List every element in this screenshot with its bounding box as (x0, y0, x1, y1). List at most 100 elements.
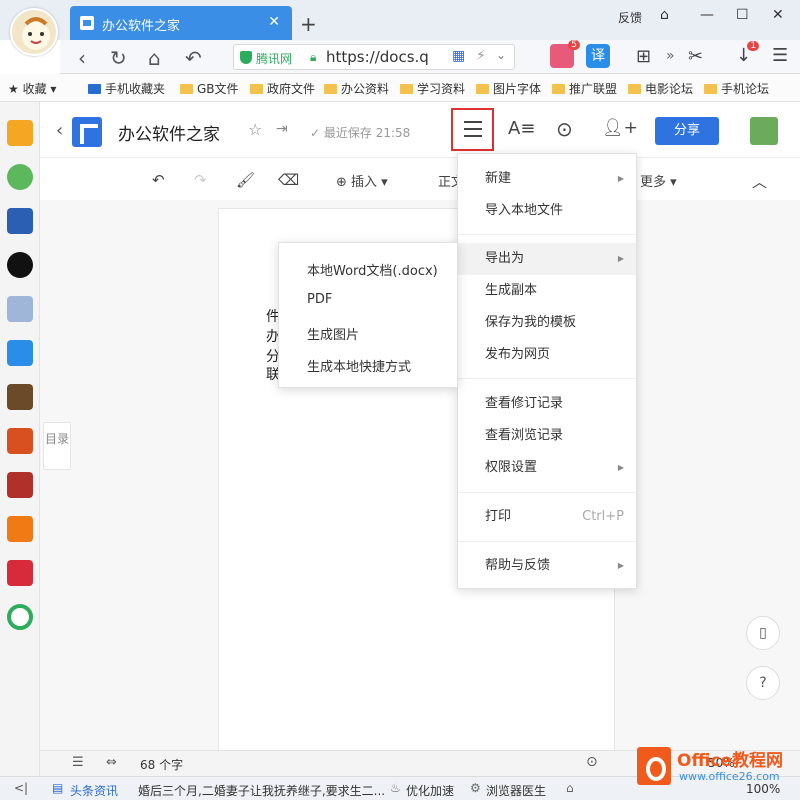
bookmark-label: 学习资料 (417, 82, 466, 96)
text-format-icon[interactable]: A≡ (508, 118, 535, 139)
menu-item-save-template[interactable]: 保存为我的模板 (458, 307, 636, 339)
browser-menu-icon[interactable]: ☰ (772, 45, 788, 66)
close-window-button[interactable]: ✕ (772, 7, 784, 23)
bookmark-item[interactable]: 图片字体 (476, 80, 541, 97)
book-icon[interactable] (7, 296, 33, 322)
page-width-icon[interactable]: ⇔ (106, 755, 117, 770)
export-pdf-option[interactable]: PDF (307, 292, 332, 307)
bookmark-item[interactable]: 政府文件 (250, 80, 315, 97)
undo-icon[interactable]: ↶ (185, 46, 202, 70)
bookmark-item[interactable]: GB文件 (180, 80, 239, 97)
news-label[interactable]: 头条资讯 (70, 782, 118, 799)
chrome-like-icon[interactable] (7, 604, 33, 630)
bookmark-item[interactable]: 手机收藏夹 (88, 80, 165, 97)
mobile-view-icon[interactable]: ▯ (746, 616, 780, 650)
qr-icon[interactable]: ▦ (452, 48, 465, 64)
bookmark-item[interactable]: 手机论坛 (704, 80, 769, 97)
yi-icon[interactable] (7, 560, 33, 586)
menu-item-label: 导入本地文件 (485, 203, 564, 218)
download-icon[interactable]: ↓ 1 (736, 41, 760, 66)
clock-icon[interactable] (7, 164, 33, 190)
favorites-label: 收藏 (22, 82, 47, 96)
star-outline-icon[interactable]: ☆ (248, 120, 262, 139)
user-avatar[interactable] (10, 8, 58, 56)
browser-sidebar (0, 102, 40, 776)
menu-item-permissions[interactable]: 权限设置 ▶ (458, 452, 636, 484)
bookmark-item[interactable]: 学习资料 (400, 80, 465, 97)
bookmark-item[interactable]: 电影论坛 (628, 80, 693, 97)
menu-item-label: 导出为 (485, 251, 525, 266)
c-app-icon[interactable] (7, 252, 33, 278)
menu-item-views[interactable]: 查看浏览记录 (458, 420, 636, 452)
image-app-icon[interactable] (7, 340, 33, 366)
play-icon[interactable]: ⊙ (556, 117, 573, 141)
menu-item-revisions[interactable]: 查看修订记录 (458, 388, 636, 420)
list-view-icon[interactable]: ☰ (72, 755, 84, 770)
browser-doctor-link[interactable]: 浏览器医生 (486, 782, 546, 799)
apps-icon[interactable]: ⊞ (636, 46, 651, 67)
tencent-docs-logo[interactable] (72, 117, 102, 147)
flash-icon[interactable]: ⚡ (476, 48, 486, 64)
shopping-icon[interactable]: 5 (550, 40, 580, 68)
redo-icon[interactable]: ↷ (194, 171, 207, 189)
minimize-button[interactable]: — (700, 7, 714, 23)
menu-item-export[interactable]: 导出为 ▶ (458, 243, 636, 275)
bookmark-label: 手机收藏夹 (105, 82, 166, 96)
game-icon[interactable] (7, 428, 33, 454)
optimize-link[interactable]: 优化加速 (406, 782, 454, 799)
format-painter-icon[interactable]: 🖌︎ (236, 171, 255, 189)
menu-item-help[interactable]: 帮助与反馈 ▶ (458, 550, 636, 582)
insert-menu[interactable]: ⊕ 插入 ▾ (336, 171, 388, 190)
menu-item-publish[interactable]: 发布为网页 (458, 339, 636, 371)
play-circle-icon[interactable]: ⊙ (586, 754, 598, 770)
new-tab-button[interactable]: + (300, 12, 317, 36)
url-field[interactable]: 腾讯网 🔒︎ https://docs.q (233, 44, 515, 70)
share-button[interactable]: 分享 (655, 117, 719, 145)
game-icon[interactable] (7, 472, 33, 498)
star-icon[interactable] (7, 120, 33, 146)
help-button[interactable]: ? (746, 666, 780, 700)
more-chevron-icon[interactable]: » (666, 48, 675, 64)
doc-menu-button[interactable] (451, 108, 494, 151)
save-status-text: 最近保存 21:58 (323, 126, 411, 140)
translate-button[interactable]: 译 (586, 44, 610, 68)
sidebar-toggle-icon[interactable]: <| (14, 781, 28, 795)
bookmark-label: GB文件 (197, 82, 239, 96)
more-menu[interactable]: 更多 ▾ (640, 171, 677, 190)
menu-item-copy[interactable]: 生成副本 (458, 275, 636, 307)
eraser-icon[interactable]: ⌫ (278, 171, 299, 189)
back-icon[interactable]: ‹ (78, 46, 86, 70)
toc-toggle[interactable]: 目录 (43, 422, 71, 470)
doc-title[interactable]: 办公软件之家 (118, 120, 220, 145)
skin-icon[interactable]: ⌂ (660, 7, 669, 23)
back-chevron-icon[interactable]: ‹ (56, 120, 63, 141)
game-icon[interactable] (7, 384, 33, 410)
move-folder-icon[interactable]: ⇥ (276, 121, 288, 137)
feedback-link[interactable]: 反馈 (618, 9, 642, 26)
add-user-icon[interactable]: 👤︎+ (602, 118, 638, 138)
news-headline[interactable]: 婚后三个月,二婚妻子让我抚养继子,要求生二... (138, 782, 385, 799)
menu-item-print[interactable]: 打印 Ctrl+P (458, 501, 636, 533)
refresh-icon[interactable]: ↻ (110, 46, 127, 70)
export-shortcut-option[interactable]: 生成本地快捷方式 (307, 356, 411, 375)
security-icon[interactable]: ⌂ (566, 781, 574, 795)
scissors-icon[interactable]: ✂ (688, 46, 703, 67)
bookmark-item[interactable]: 推广联盟 (552, 80, 617, 97)
taobao-icon[interactable] (7, 516, 33, 542)
undo-icon[interactable]: ↶ (152, 171, 165, 189)
dropdown-icon[interactable]: ⌄ (496, 48, 506, 62)
menu-item-import[interactable]: 导入本地文件 (458, 195, 636, 227)
export-image-option[interactable]: 生成图片 (307, 324, 359, 343)
collapse-chevron-icon[interactable]: ︿ (752, 171, 767, 192)
home-icon[interactable]: ⌂ (148, 46, 161, 70)
maximize-button[interactable]: ☐ (736, 7, 749, 23)
submenu-arrow-icon: ▶ (617, 463, 624, 472)
export-word-option[interactable]: 本地Word文档(.docx) (307, 260, 438, 279)
browser-tab[interactable]: 办公软件之家 ✕ (70, 6, 292, 40)
menu-item-new[interactable]: 新建 ▶ (458, 163, 636, 195)
word-icon[interactable] (7, 208, 33, 234)
tab-close-button[interactable]: ✕ (268, 14, 280, 30)
bookmark-item[interactable]: 办公资料 (324, 80, 389, 97)
favorites-menu[interactable]: ★ 收藏 ▾ (8, 80, 56, 97)
collaborator-avatar[interactable] (750, 117, 778, 145)
